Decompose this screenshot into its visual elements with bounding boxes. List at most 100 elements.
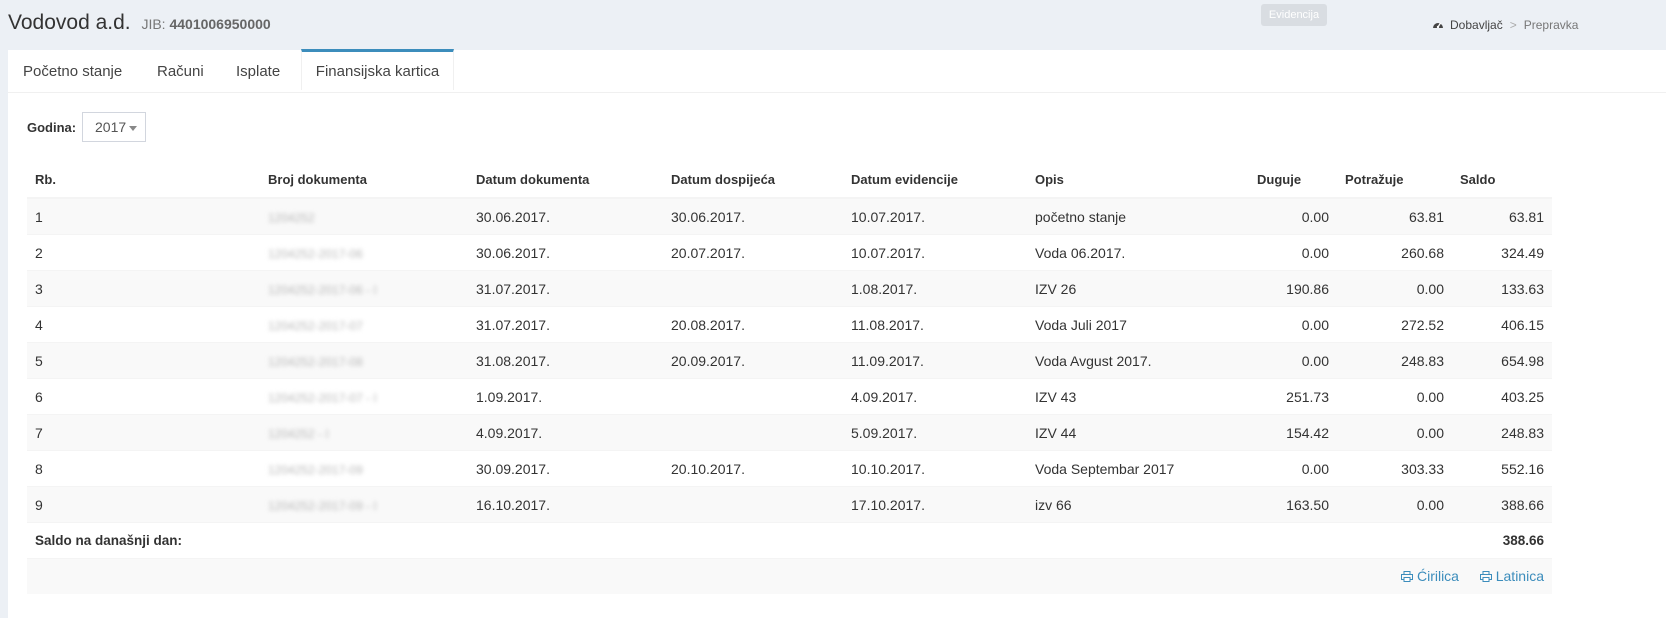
caret-down-icon	[129, 126, 137, 131]
column-header-saldo: Saldo	[1452, 162, 1552, 199]
cell-datum-dokumenta-text: 1.09.2017.	[476, 388, 543, 405]
cell-rb: 6	[27, 378, 260, 415]
cell-saldo-text: 324.49	[1501, 244, 1544, 261]
cell-saldo-text: 133.63	[1501, 280, 1544, 297]
cell-saldo: 324.49	[1452, 234, 1552, 271]
cell-opis: IZV 26	[1027, 270, 1249, 307]
cell-datum-dokumenta: 30.06.2017.	[468, 197, 663, 235]
cell-saldo-text: 248.83	[1501, 424, 1544, 441]
table-row: 8 1204252-2017-09 30.09.2017. 20.10.2017. 10…	[27, 450, 1552, 487]
cell-broj-dokumenta: 1204252-2017-09	[260, 450, 468, 487]
cell-datum-dokumenta: 31.07.2017.	[468, 306, 663, 343]
cell-datum-evidencije-text: 10.07.2017.	[851, 208, 925, 225]
cell-rb-text: 9	[35, 496, 43, 513]
cell-datum-dospijeca-text: 20.08.2017.	[671, 316, 745, 333]
cell-potrazuje: 260.68	[1337, 234, 1452, 271]
cell-datum-dospijeca: 30.06.2017.	[663, 197, 843, 235]
cell-potrazuje: 0.00	[1337, 378, 1452, 415]
saldo-row: Saldo na današnji dan: 388.66	[27, 522, 1552, 559]
cell-duguje: 0.00	[1249, 342, 1337, 379]
cell-potrazuje: 63.81	[1337, 197, 1452, 235]
cell-datum-dospijeca	[663, 486, 843, 523]
cell-datum-evidencije: 17.10.2017.	[843, 486, 1027, 523]
tab-finansijska-kartica[interactable]: Finansijska kartica	[301, 49, 454, 90]
table-row: 9 1204252-2017-09 - I 16.10.2017. 17.10.201…	[27, 486, 1552, 523]
print-cirilica-link[interactable]: Ćirilica	[1400, 568, 1459, 585]
tooltip: Evidencija	[1261, 4, 1327, 26]
tab-racuni[interactable]: Računi	[157, 50, 204, 92]
cell-datum-dokumenta-text: 16.10.2017.	[476, 496, 550, 513]
table-row: 1 1204252 30.06.2017. 30.06.2017. 10.07.2017…	[27, 197, 1552, 235]
tab-pocetno-stanje[interactable]: Početno stanje	[23, 50, 122, 92]
cell-datum-dospijeca	[663, 270, 843, 307]
cell-datum-dokumenta-text: 31.08.2017.	[476, 352, 550, 369]
cell-datum-dokumenta: 31.08.2017.	[468, 342, 663, 379]
cell-opis: IZV 44	[1027, 414, 1249, 451]
cell-saldo-text: 63.81	[1508, 208, 1544, 225]
cell-rb-text: 4	[35, 316, 43, 333]
cell-duguje-text: 163.50	[1286, 496, 1329, 513]
cell-datum-dospijeca	[663, 378, 843, 415]
page-header: Vodovod a.d. JIB: 4401006950000 Evidenci…	[0, 0, 1666, 50]
cell-saldo-text: 388.66	[1501, 496, 1544, 513]
cell-potrazuje-text: 260.68	[1401, 244, 1444, 261]
cell-datum-dokumenta: 30.06.2017.	[468, 234, 663, 271]
cell-duguje-text: 251.73	[1286, 388, 1329, 405]
cell-duguje: 0.00	[1249, 306, 1337, 343]
cell-datum-evidencije-text: 4.09.2017.	[851, 388, 918, 405]
year-select[interactable]: 2017	[82, 112, 146, 142]
tab-bar: Početno stanje Računi Isplate Finansijsk…	[8, 49, 1666, 93]
breadcrumb-item-dobavljac[interactable]: Dobavljač	[1450, 18, 1503, 32]
cell-saldo: 406.15	[1452, 306, 1552, 343]
cell-opis-text: Voda Avgust 2017.	[1035, 352, 1152, 369]
cell-rb: 7	[27, 414, 260, 451]
cell-duguje: 163.50	[1249, 486, 1337, 523]
cell-opis-text: IZV 44	[1035, 424, 1077, 441]
cell-datum-dokumenta-text: 30.06.2017.	[476, 208, 550, 225]
cell-potrazuje: 248.83	[1337, 342, 1452, 379]
cell-rb: 5	[27, 342, 260, 379]
cell-datum-evidencije-text: 10.07.2017.	[851, 244, 925, 261]
cell-rb-text: 7	[35, 424, 43, 441]
tab-isplate[interactable]: Isplate	[236, 50, 280, 92]
table-header-row: Rb. Broj dokumenta Datum dokumenta Datum…	[27, 162, 1552, 199]
column-header-datum-dospijeca: Datum dospijeća	[663, 162, 843, 199]
column-header-datum-dokumenta: Datum dokumenta	[468, 162, 663, 199]
cell-potrazuje-text: 272.52	[1401, 316, 1444, 333]
column-header-opis: Opis	[1027, 162, 1249, 199]
cell-rb: 8	[27, 450, 260, 487]
dashboard-icon	[1432, 18, 1444, 32]
cell-duguje: 0.00	[1249, 197, 1337, 235]
cell-opis-text: IZV 26	[1035, 280, 1077, 297]
breadcrumb-item-prepravka: Prepravka	[1523, 18, 1579, 32]
year-select-value: 2017	[95, 119, 127, 135]
cell-opis-text: Voda Septembar 2017	[1035, 460, 1175, 477]
cell-opis: Voda Avgust 2017.	[1027, 342, 1249, 379]
cell-rb-text: 3	[35, 280, 43, 297]
cell-saldo: 248.83	[1452, 414, 1552, 451]
table-row: 5 1204252-2017-08 31.08.2017. 20.09.2017. 11…	[27, 342, 1552, 379]
cell-potrazuje-text: 0.00	[1416, 280, 1444, 297]
cell-rb: 4	[27, 306, 260, 343]
cell-rb-text: 8	[35, 460, 43, 477]
cell-broj-dokumenta-text: 1204252-2017-06	[268, 246, 363, 261]
cell-potrazuje-text: 63.81	[1408, 208, 1444, 225]
cell-potrazuje: 0.00	[1337, 414, 1452, 451]
print-cirilica-label: Ćirilica	[1416, 568, 1459, 585]
cell-rb-text: 5	[35, 352, 43, 369]
breadcrumb-separator: >	[1509, 18, 1517, 32]
cell-datum-dospijeca-text: 20.10.2017.	[671, 460, 745, 477]
print-latinica-link[interactable]: Latinica	[1479, 568, 1544, 584]
cell-duguje-text: 190.86	[1286, 280, 1329, 297]
cell-datum-evidencije-text: 10.10.2017.	[851, 460, 925, 477]
column-header-broj-dokumenta: Broj dokumenta	[260, 162, 468, 199]
cell-datum-evidencije: 10.07.2017.	[843, 197, 1027, 235]
cell-broj-dokumenta: 1204252-2017-07 - I	[260, 378, 468, 415]
cell-saldo: 552.16	[1452, 450, 1552, 487]
jib: JIB: 4401006950000	[141, 16, 270, 32]
cell-rb: 9	[27, 486, 260, 523]
cell-broj-dokumenta: 1204252 - I	[260, 414, 468, 451]
cell-datum-dospijeca: 20.10.2017.	[663, 450, 843, 487]
cell-datum-evidencije: 5.09.2017.	[843, 414, 1027, 451]
cell-opis-text: IZV 43	[1035, 388, 1077, 405]
